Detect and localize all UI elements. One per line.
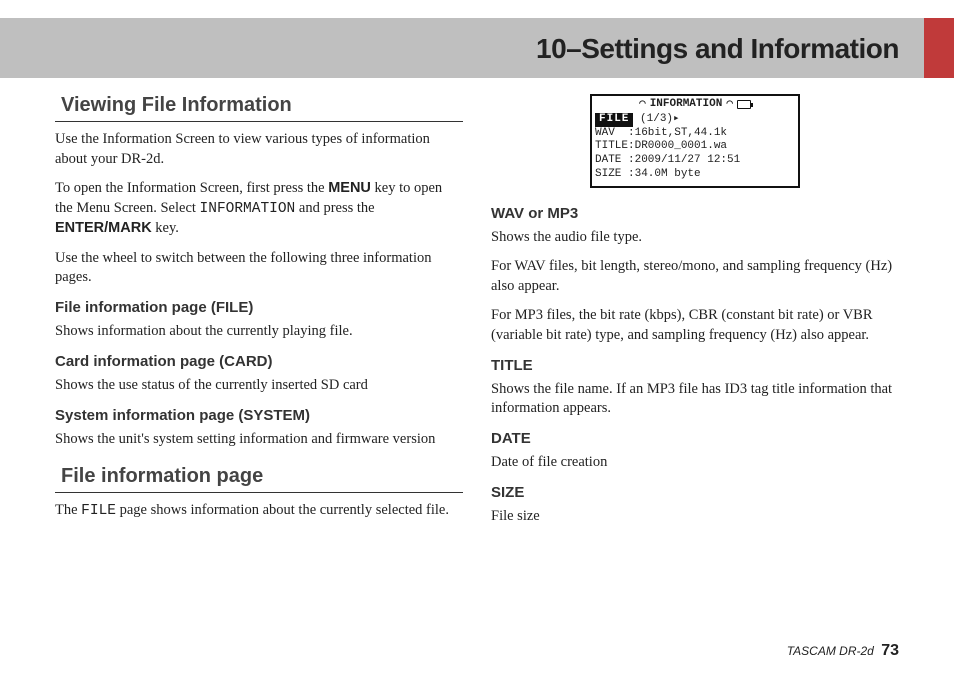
text: page shows information about the current… (116, 502, 449, 518)
menu-item-information: INFORMATION (200, 201, 296, 217)
heading-title: TITLE (491, 356, 899, 376)
lcd-row-title: TITLE:DR0000_0001.wa (595, 140, 795, 154)
mono-file: FILE (81, 503, 116, 519)
paragraph: To open the Information Screen, first pr… (55, 179, 463, 239)
heading-viewing-file-information: Viewing File Information (55, 92, 463, 122)
paragraph: File size (491, 507, 899, 527)
heading-date: DATE (491, 429, 899, 449)
lcd-tab-file: FILE (595, 113, 633, 127)
lcd-title-row: ⌒ INFORMATION ⌒ (595, 98, 795, 112)
footer-brand: TASCAM DR-2d (787, 644, 874, 658)
header-red-tab (924, 18, 954, 78)
text: The (55, 502, 81, 518)
lcd-row-date: DATE :2009/11/27 12:51 (595, 154, 795, 168)
heading-system-info-page: System information page (SYSTEM) (55, 406, 463, 426)
lcd-arc-left: ⌒ (639, 98, 646, 112)
text: key. (152, 220, 179, 236)
heading-file-info-page: File information page (FILE) (55, 298, 463, 318)
heading-size: SIZE (491, 483, 899, 503)
heading-card-info-page: Card information page (CARD) (55, 352, 463, 372)
lcd-arc-right: ⌒ (726, 98, 733, 112)
paragraph: Shows the file name. If an MP3 file has … (491, 380, 899, 419)
paragraph: For MP3 files, the bit rate (kbps), CBR … (491, 306, 899, 345)
page-number: 73 (881, 642, 899, 659)
lcd-screen: ⌒ INFORMATION ⌒ FILE (1/3)▸ WAV :16bit,S… (590, 94, 800, 188)
paragraph: For WAV files, bit length, stereo/mono, … (491, 257, 899, 296)
paragraph: Shows the unit's system setting informat… (55, 430, 463, 450)
right-column: ⌒ INFORMATION ⌒ FILE (1/3)▸ WAV :16bit,S… (491, 90, 899, 630)
paragraph: Shows information about the currently pl… (55, 322, 463, 342)
paragraph: Use the Information Screen to view vario… (55, 130, 463, 169)
battery-icon (737, 100, 751, 109)
left-column: Viewing File Information Use the Informa… (55, 90, 463, 630)
paragraph: Shows the use status of the currently in… (55, 376, 463, 396)
heading-file-information-page: File information page (55, 463, 463, 493)
lcd-title: INFORMATION (650, 98, 723, 112)
heading-wav-or-mp3: WAV or MP3 (491, 204, 899, 224)
chapter-title: 10–Settings and Information (55, 33, 899, 65)
lcd-row-size: SIZE :34.0M byte (595, 168, 795, 182)
lcd-tab-index: (1/3) (640, 113, 673, 125)
content-columns: Viewing File Information Use the Informa… (55, 90, 899, 630)
lcd-screenshot: ⌒ INFORMATION ⌒ FILE (1/3)▸ WAV :16bit,S… (491, 94, 899, 188)
paragraph: Date of file creation (491, 453, 899, 473)
paragraph: Shows the audio file type. (491, 228, 899, 248)
text: To open the Information Screen, first pr… (55, 180, 328, 196)
lcd-row-wav: WAV :16bit,ST,44.1k (595, 127, 795, 141)
text: and press the (295, 200, 374, 216)
paragraph: Use the wheel to switch between the foll… (55, 249, 463, 288)
lcd-tab-row: FILE (1/3)▸ (595, 113, 795, 127)
key-enter-mark: ENTER/MARK (55, 220, 152, 236)
page-footer: TASCAM DR-2d 73 (787, 642, 899, 660)
paragraph: The FILE page shows information about th… (55, 501, 463, 522)
manual-page: 10–Settings and Information Viewing File… (0, 0, 954, 680)
key-menu: MENU (328, 180, 371, 196)
